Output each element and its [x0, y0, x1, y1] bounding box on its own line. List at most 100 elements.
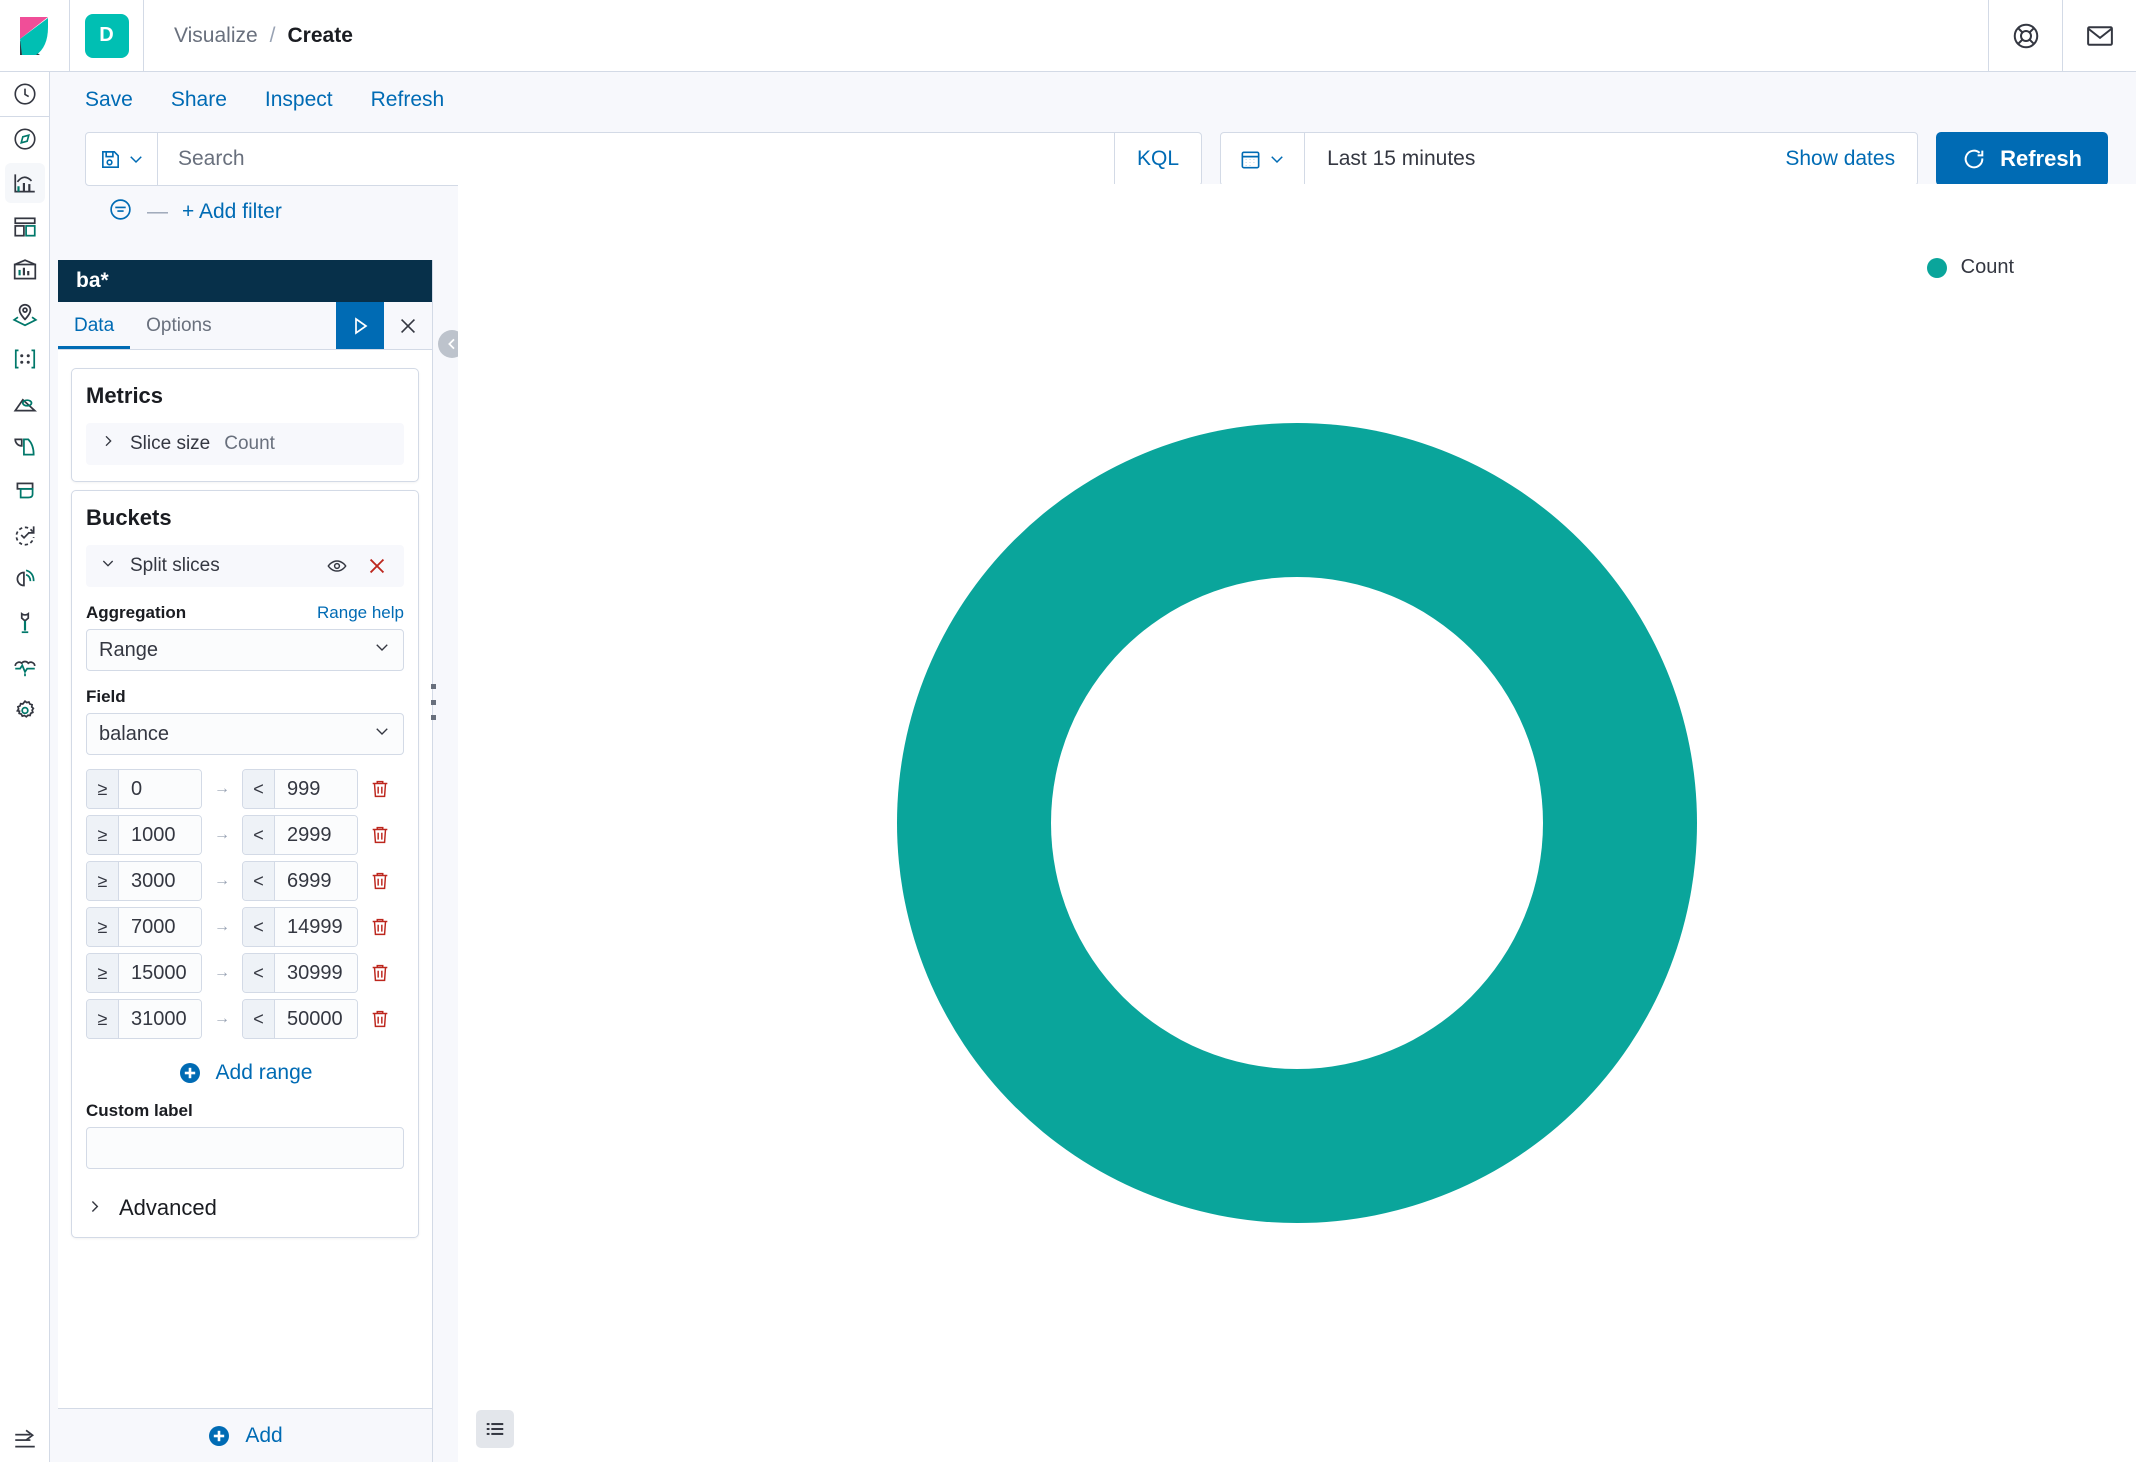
sidebar-item-infrastructure[interactable]: [0, 381, 50, 425]
range-to-group[interactable]: < 30999: [242, 953, 358, 993]
apply-changes-button[interactable]: [336, 302, 384, 349]
show-dates-button[interactable]: Show dates: [1785, 147, 1917, 171]
add-bucket-button[interactable]: Add: [58, 1408, 432, 1462]
range-from-operator: ≥: [87, 1000, 119, 1038]
range-from-operator: ≥: [87, 816, 119, 854]
saved-query-button[interactable]: [86, 133, 158, 185]
filter-options-icon[interactable]: [108, 197, 133, 227]
refresh-query-button[interactable]: Refresh: [1936, 132, 2108, 186]
date-quick-select-button[interactable]: [1221, 133, 1306, 185]
top-header: D Visualize / Create: [0, 0, 2136, 72]
delete-range-icon[interactable]: [358, 962, 402, 984]
refresh-button[interactable]: Refresh: [371, 88, 445, 112]
clock-icon: [5, 74, 45, 114]
share-button[interactable]: Share: [171, 88, 227, 112]
sidebar-item-maps[interactable]: [0, 293, 50, 337]
add-filter-button[interactable]: + Add filter: [182, 200, 282, 224]
range-from-value[interactable]: 15000: [119, 954, 201, 992]
range-to-value[interactable]: 14999: [275, 908, 357, 946]
nav-collapse-toggle[interactable]: [0, 1426, 50, 1452]
search-bar: KQL: [85, 132, 1203, 186]
range-to-group[interactable]: < 50000: [242, 999, 358, 1039]
save-button[interactable]: Save: [85, 88, 133, 112]
machine-learning-icon: [5, 339, 45, 379]
inspect-button[interactable]: Inspect: [265, 88, 333, 112]
range-from-group[interactable]: ≥ 0: [86, 769, 202, 809]
range-from-value[interactable]: 0: [119, 770, 201, 808]
advanced-section-toggle[interactable]: Advanced: [86, 1195, 404, 1221]
query-language-badge[interactable]: KQL: [1114, 133, 1201, 185]
tab-data[interactable]: Data: [58, 302, 130, 349]
buckets-heading: Buckets: [86, 505, 172, 530]
table-row: ≥ 3000 → < 6999: [86, 861, 404, 901]
arrow-right-icon: →: [214, 826, 230, 843]
add-range-button[interactable]: Add range: [86, 1061, 404, 1085]
tab-options[interactable]: Options: [130, 302, 227, 349]
range-to-value[interactable]: 999: [275, 770, 357, 808]
sidebar-item-visualize[interactable]: [0, 161, 50, 205]
range-from-group[interactable]: ≥ 7000: [86, 907, 202, 947]
bucket-split-slices-row[interactable]: Split slices: [86, 545, 404, 587]
range-to-group[interactable]: < 999: [242, 769, 358, 809]
range-from-value[interactable]: 7000: [119, 908, 201, 946]
custom-label-input[interactable]: [86, 1127, 404, 1169]
sidebar-item-siem[interactable]: [0, 557, 50, 601]
table-row: ≥ 0 → < 999: [86, 769, 404, 809]
metric-slice-size-row[interactable]: Slice size Count: [86, 423, 404, 465]
range-from-value[interactable]: 1000: [119, 816, 201, 854]
delete-range-icon[interactable]: [358, 778, 402, 800]
arrow-right-icon: →: [214, 918, 230, 935]
range-help-link[interactable]: Range help: [317, 603, 404, 623]
sidebar-item-apm[interactable]: [0, 469, 50, 513]
breadcrumb-visualize[interactable]: Visualize: [174, 24, 258, 48]
sidebar-item-canvas[interactable]: [0, 249, 50, 293]
range-from-value[interactable]: 31000: [119, 1000, 201, 1038]
range-to-value[interactable]: 50000: [275, 1000, 357, 1038]
kibana-visualize-app: D Visualize / Create Save Share Inspect …: [0, 0, 2136, 1462]
field-select[interactable]: balance: [86, 713, 404, 755]
mail-icon[interactable]: [2062, 0, 2136, 72]
range-from-group[interactable]: ≥ 3000: [86, 861, 202, 901]
range-to-operator: <: [243, 954, 275, 992]
donut-hole: [1051, 577, 1543, 1069]
eye-icon[interactable]: [324, 553, 350, 579]
space-selector[interactable]: D: [70, 0, 144, 72]
sidebar-item-recent[interactable]: [0, 72, 50, 116]
delete-range-icon[interactable]: [358, 916, 402, 938]
aggregation-select[interactable]: Range: [86, 629, 404, 671]
toggle-legend-button[interactable]: [476, 1410, 514, 1448]
drag-dot: [430, 715, 436, 720]
aggregation-label-row: Aggregation Range help: [86, 603, 404, 623]
delete-range-icon[interactable]: [358, 870, 402, 892]
range-to-value[interactable]: 6999: [275, 862, 357, 900]
help-icon[interactable]: [1988, 0, 2062, 72]
sidebar-item-uptime[interactable]: [0, 513, 50, 557]
sidebar-item-logs[interactable]: [0, 425, 50, 469]
sidebar-item-monitoring[interactable]: [0, 645, 50, 689]
editor-resize-handle[interactable]: [426, 684, 440, 720]
range-from-group[interactable]: ≥ 1000: [86, 815, 202, 855]
delete-range-icon[interactable]: [358, 1008, 402, 1030]
close-editor-button[interactable]: [384, 302, 432, 349]
date-range-value[interactable]: Last 15 minutes: [1305, 147, 1785, 171]
range-from-value[interactable]: 3000: [119, 862, 201, 900]
sidebar-item-dev-tools[interactable]: [0, 601, 50, 645]
sidebar-item-management[interactable]: [0, 689, 50, 733]
remove-bucket-icon[interactable]: [364, 553, 390, 579]
range-to-value[interactable]: 2999: [275, 816, 357, 854]
delete-range-icon[interactable]: [358, 824, 402, 846]
advanced-label: Advanced: [119, 1195, 217, 1220]
sidebar-item-discover[interactable]: [0, 117, 50, 161]
range-from-operator: ≥: [87, 954, 119, 992]
kibana-logo[interactable]: [0, 0, 70, 72]
sidebar-item-machine-learning[interactable]: [0, 337, 50, 381]
range-to-group[interactable]: < 2999: [242, 815, 358, 855]
range-to-group[interactable]: < 6999: [242, 861, 358, 901]
sidebar-item-dashboard[interactable]: [0, 205, 50, 249]
range-from-group[interactable]: ≥ 31000: [86, 999, 202, 1039]
range-to-group[interactable]: < 14999: [242, 907, 358, 947]
apm-icon: [5, 471, 45, 511]
search-input[interactable]: [158, 134, 1115, 184]
range-from-group[interactable]: ≥ 15000: [86, 953, 202, 993]
range-to-value[interactable]: 30999: [275, 954, 357, 992]
